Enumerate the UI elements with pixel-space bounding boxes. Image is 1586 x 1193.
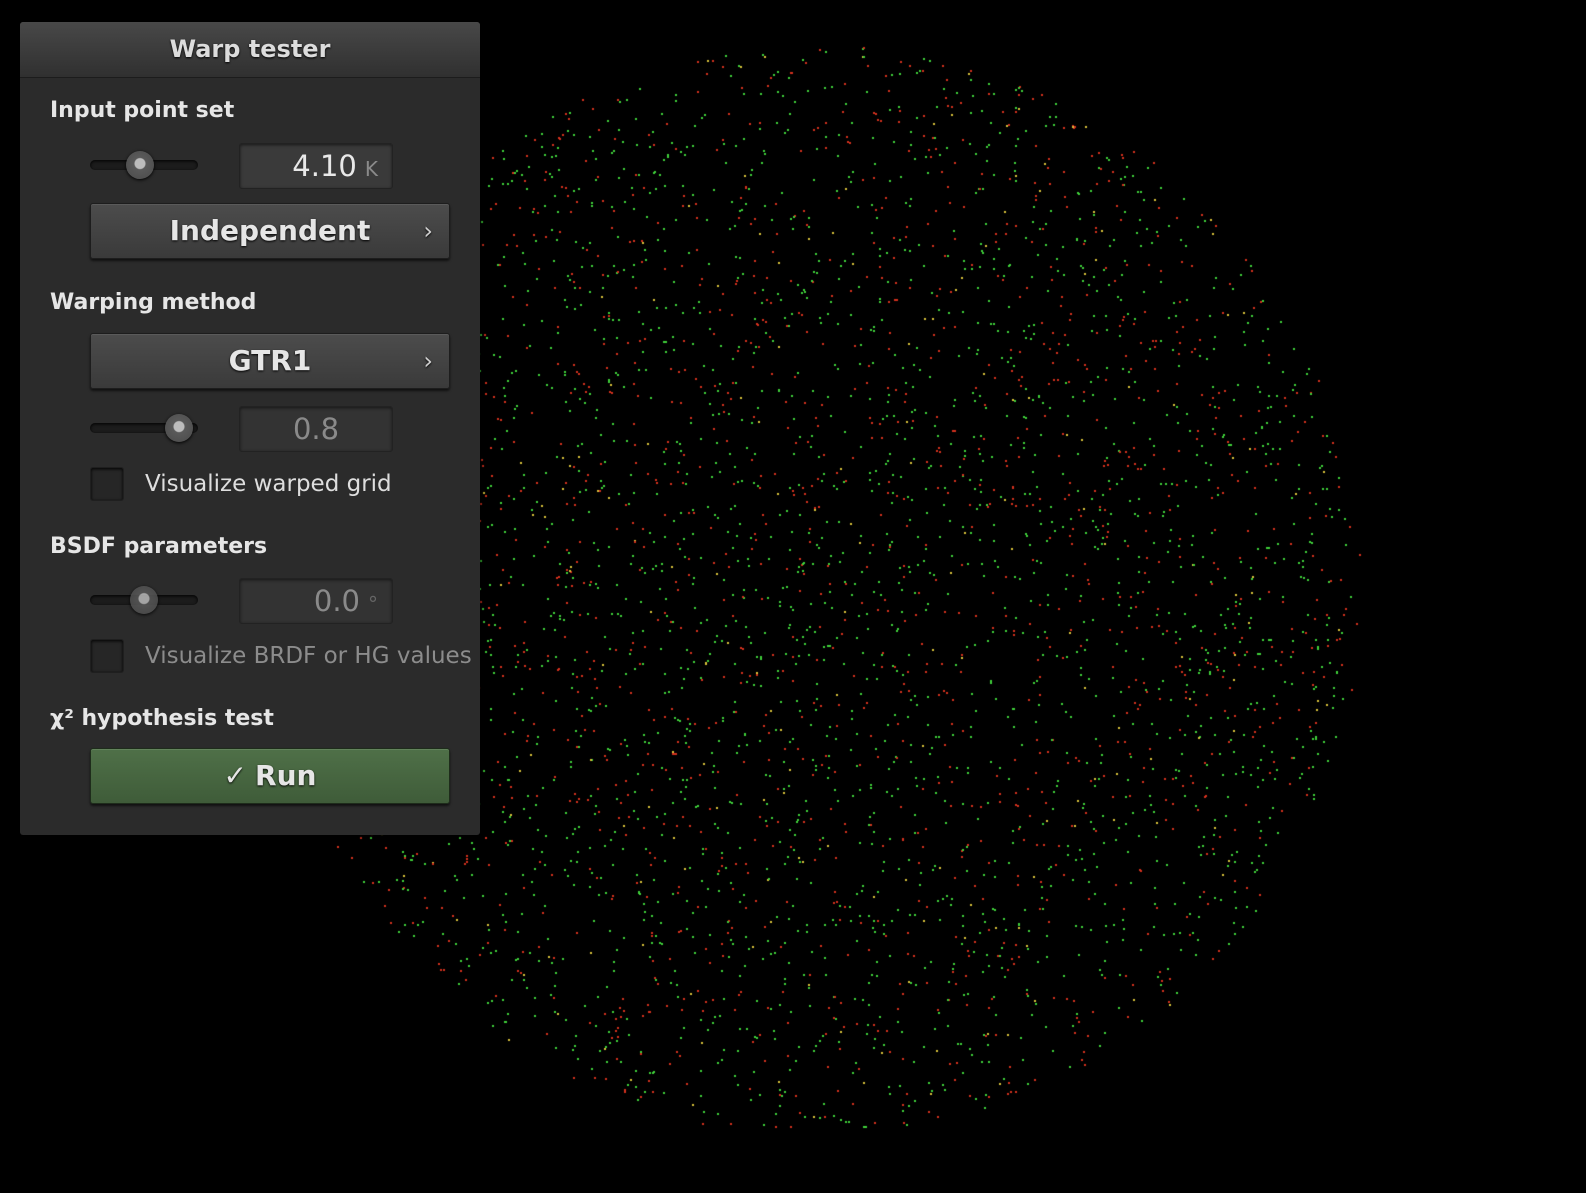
point-count-value: 4.10 <box>292 149 357 183</box>
visualize-brdf-label[interactable]: Visualize BRDF or HG values <box>145 643 472 669</box>
input-point-set-label: Input point set <box>50 98 235 123</box>
bsdf-angle-value: 0.0 <box>313 584 360 618</box>
hypothesis-test-label: χ² hypothesis test <box>50 706 274 731</box>
bsdf-parameters-label: BSDF parameters <box>50 534 268 559</box>
point-count-unit: K <box>364 157 378 181</box>
visualize-grid-label[interactable]: Visualize warped grid <box>145 471 392 497</box>
bsdf-angle-slider[interactable] <box>90 586 198 614</box>
run-test-label: Run <box>255 759 317 792</box>
warping-method-value: GTR1 <box>228 344 312 377</box>
point-count-slider[interactable] <box>90 151 198 179</box>
sampler-type-button[interactable]: Independent › <box>90 203 450 259</box>
point-count-slider-knob[interactable] <box>125 151 154 179</box>
warp-tester-panel: Warp tester Input point set 4.10 K Indepe… <box>20 22 480 835</box>
warp-parameter-slider[interactable] <box>90 414 198 442</box>
visualize-grid-checkbox[interactable] <box>90 467 124 501</box>
warp-parameter-slider-knob[interactable] <box>164 414 193 442</box>
bsdf-angle-field[interactable]: 0.0 ° <box>239 578 393 624</box>
check-icon: ✓ <box>223 759 248 792</box>
warping-method-label: Warping method <box>50 290 257 315</box>
point-count-field[interactable]: 4.10 K <box>239 143 393 189</box>
sampler-type-label: Independent <box>169 214 371 247</box>
chevron-right-icon: › <box>423 347 433 375</box>
visualize-brdf-checkbox[interactable] <box>90 639 124 673</box>
warp-parameter-value: 0.8 <box>292 412 340 446</box>
bsdf-angle-slider-knob[interactable] <box>130 586 158 614</box>
panel-title[interactable]: Warp tester <box>20 22 480 78</box>
chevron-right-icon: › <box>423 217 433 245</box>
run-test-button[interactable]: ✓ Run <box>90 748 450 804</box>
bsdf-angle-unit: ° <box>368 592 378 616</box>
warp-parameter-field[interactable]: 0.8 <box>239 406 393 452</box>
warping-method-button[interactable]: GTR1 › <box>90 333 450 389</box>
